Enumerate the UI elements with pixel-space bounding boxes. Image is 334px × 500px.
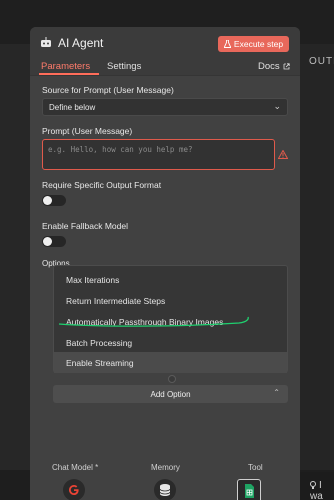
warning-icon: [278, 150, 288, 159]
prompt-input[interactable]: e.g. Hello, how can you help me?: [42, 139, 275, 170]
output-format-toggle[interactable]: [42, 195, 66, 206]
sheets-icon: [245, 484, 254, 498]
fallback-label: Enable Fallback Model: [42, 221, 128, 231]
fallback-toggle[interactable]: [42, 236, 66, 247]
source-select[interactable]: Define below ⌄: [42, 98, 288, 116]
tab-settings[interactable]: Settings: [107, 61, 141, 72]
external-link-icon: [283, 63, 290, 70]
toggle-knob: [43, 196, 52, 205]
add-option-button[interactable]: Add Option ⌃: [53, 385, 288, 403]
toggle-knob: [43, 237, 52, 246]
chevron-down-icon: ⌄: [273, 101, 281, 111]
option-max-iterations[interactable]: Max Iterations: [54, 269, 287, 290]
canvas-left: [0, 44, 30, 500]
chat-model-label: Chat Model *: [52, 463, 99, 472]
source-select-value: Define below: [49, 103, 96, 112]
output-hint-text: I wa: [310, 480, 323, 500]
robot-icon: [41, 37, 51, 47]
tool-label: Tool: [248, 463, 263, 472]
database-icon: [159, 484, 171, 496]
output-panel-title: OUTPU: [309, 56, 334, 67]
collapse-handle: [168, 375, 176, 383]
option-return-intermediate-steps[interactable]: Return Intermediate Steps: [54, 290, 287, 311]
docs-link[interactable]: Docs: [258, 61, 290, 72]
memory-connector[interactable]: [154, 479, 176, 500]
docs-label: Docs: [258, 61, 280, 72]
tab-parameters[interactable]: Parameters: [41, 61, 90, 72]
output-hint: I wa: [300, 472, 334, 500]
annotation-underline: [58, 316, 249, 327]
add-option-label: Add Option: [150, 389, 191, 399]
execute-step-button[interactable]: Execute step: [218, 36, 289, 52]
source-label: Source for Prompt (User Message): [42, 85, 174, 95]
option-batch-processing[interactable]: Batch Processing: [54, 332, 287, 353]
memory-label: Memory: [151, 463, 180, 472]
chevron-up-icon: ⌃: [273, 388, 280, 397]
lightbulb-icon: [310, 481, 316, 489]
node-title: AI Agent: [58, 36, 104, 50]
prompt-label: Prompt (User Message): [42, 126, 133, 136]
chat-model-connector[interactable]: [63, 479, 85, 500]
header-divider: [30, 75, 300, 76]
google-icon: [69, 485, 79, 495]
node-panel: AI Agent Execute step Parameters Setting…: [30, 27, 300, 500]
execute-step-label: Execute step: [233, 39, 284, 49]
output-format-label: Require Specific Output Format: [42, 180, 162, 190]
tool-connector[interactable]: [237, 479, 261, 500]
flask-icon: [223, 40, 231, 48]
output-panel: [300, 44, 334, 500]
option-enable-streaming[interactable]: Enable Streaming: [54, 352, 287, 373]
